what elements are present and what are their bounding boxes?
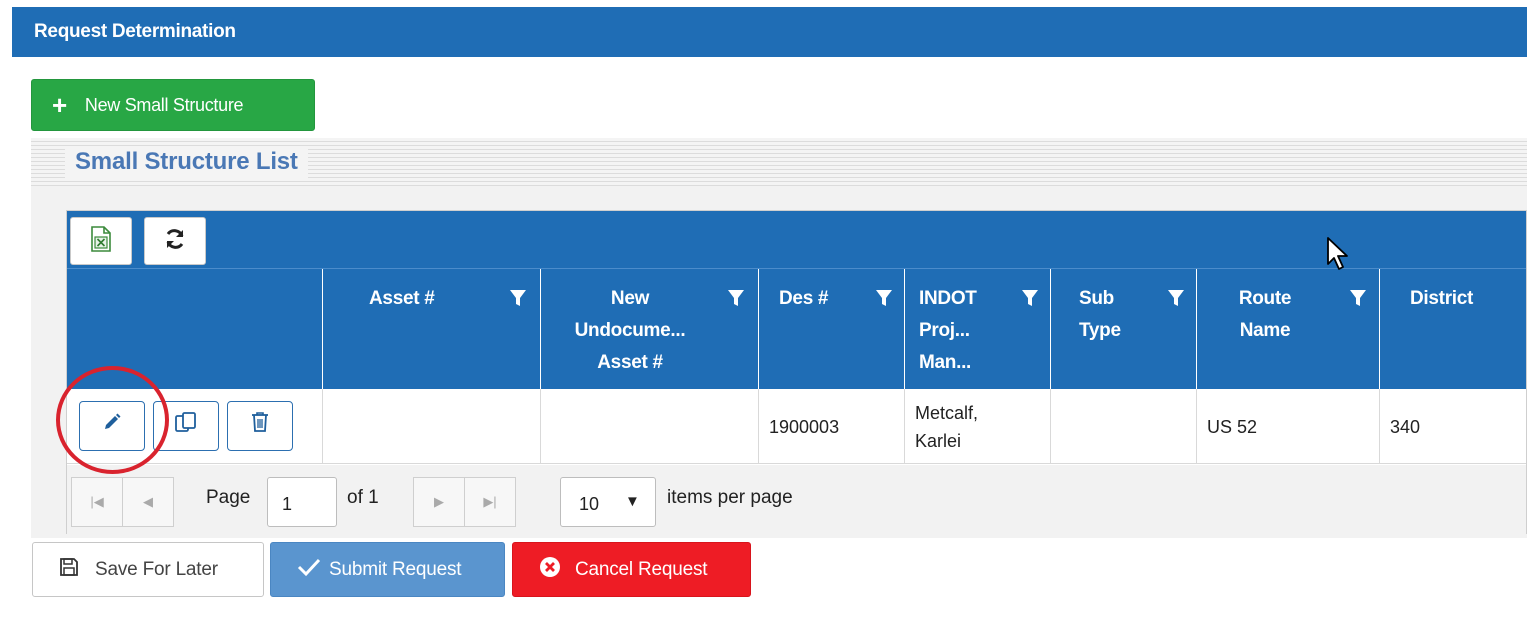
column-header-district[interactable]: District bbox=[1379, 269, 1527, 390]
chevron-down-icon: ▼ bbox=[625, 493, 640, 510]
mouse-cursor-icon bbox=[1327, 237, 1348, 270]
filter-icon[interactable] bbox=[1021, 289, 1039, 307]
column-header-des-label: Des # bbox=[779, 288, 829, 309]
page-size-value: 10 bbox=[579, 494, 600, 514]
last-page-button[interactable]: ▶| bbox=[464, 477, 516, 527]
cell-new-undocumented bbox=[540, 389, 758, 464]
column-header-des[interactable]: Des # bbox=[758, 269, 904, 390]
refresh-icon bbox=[163, 227, 187, 256]
items-per-page-label: items per page bbox=[667, 487, 793, 508]
excel-export-icon bbox=[90, 225, 112, 257]
cell-district: 340 bbox=[1379, 389, 1527, 464]
table-row[interactable]: 1900003 Metcalf, Karlei US 52 340 bbox=[67, 389, 1526, 464]
check-icon bbox=[297, 557, 321, 583]
first-page-icon: |◀ bbox=[90, 494, 104, 509]
delete-icon bbox=[250, 411, 270, 441]
column-header-indot-pm-label: INDOT Proj... Man... bbox=[919, 288, 977, 373]
cancel-request-button[interactable]: Cancel Request bbox=[512, 542, 751, 597]
refresh-button[interactable] bbox=[144, 217, 206, 265]
cell-sub-type bbox=[1050, 389, 1196, 464]
section-title: Small Structure List bbox=[65, 146, 308, 178]
filter-icon[interactable] bbox=[727, 289, 745, 307]
submit-request-label: Submit Request bbox=[329, 558, 462, 580]
section-header: Small Structure List bbox=[31, 138, 1527, 186]
column-header-route-name-label: Route Name bbox=[1238, 288, 1292, 341]
panel-title: Request Determination bbox=[34, 21, 236, 42]
cell-route-name: US 52 bbox=[1196, 389, 1379, 464]
column-header-new-undocumented-label: New Undocume... Asset # bbox=[574, 288, 686, 373]
copy-icon bbox=[174, 410, 198, 442]
cancel-circle-icon bbox=[539, 556, 561, 584]
column-header-district-label: District bbox=[1410, 288, 1474, 309]
save-for-later-label: Save For Later bbox=[95, 558, 218, 580]
save-icon bbox=[59, 557, 79, 583]
column-header-route-name[interactable]: Route Name bbox=[1196, 269, 1379, 390]
delete-button[interactable] bbox=[227, 401, 293, 451]
page-label: Page bbox=[206, 487, 251, 508]
plus-icon: + bbox=[52, 90, 67, 120]
page-count-label: of 1 bbox=[347, 487, 379, 508]
grid-header-row: Asset # New Undocume... Asset # Des # IN… bbox=[67, 268, 1527, 390]
next-page-button[interactable]: ▶ bbox=[413, 477, 465, 527]
column-header-sub-type-label: Sub Type bbox=[1079, 288, 1121, 341]
grid-pager: |◀ ◀ Page 1 of 1 ▶ ▶| 10 ▼ items per pag… bbox=[67, 465, 1526, 535]
page-size-select[interactable]: 10 ▼ bbox=[560, 477, 656, 527]
save-for-later-button[interactable]: Save For Later bbox=[32, 542, 264, 597]
submit-request-button[interactable]: Submit Request bbox=[270, 542, 505, 597]
page-number-input[interactable]: 1 bbox=[267, 477, 337, 527]
filter-icon[interactable] bbox=[509, 289, 527, 307]
column-header-indot-pm[interactable]: INDOT Proj... Man... bbox=[904, 269, 1050, 390]
filter-icon[interactable] bbox=[1167, 289, 1185, 307]
cell-indot-pm: Metcalf, Karlei bbox=[904, 389, 1050, 464]
highlight-circle bbox=[56, 366, 169, 474]
column-header-sub-type[interactable]: Sub Type bbox=[1050, 269, 1196, 390]
cell-asset bbox=[322, 389, 540, 464]
filter-icon[interactable] bbox=[875, 289, 893, 307]
cell-des: 1900003 bbox=[758, 389, 904, 464]
first-page-button[interactable]: |◀ bbox=[71, 477, 123, 527]
new-small-structure-label: New Small Structure bbox=[84, 94, 244, 115]
export-excel-button[interactable] bbox=[70, 217, 132, 265]
column-header-asset[interactable]: Asset # bbox=[322, 269, 540, 390]
panel-title-bar: Request Determination bbox=[12, 7, 1527, 57]
column-header-new-undocumented[interactable]: New Undocume... Asset # bbox=[540, 269, 758, 390]
previous-page-icon: ◀ bbox=[143, 494, 153, 509]
small-structure-grid: Asset # New Undocume... Asset # Des # IN… bbox=[66, 210, 1527, 535]
column-header-asset-label: Asset # bbox=[369, 288, 435, 309]
next-page-icon: ▶ bbox=[434, 494, 444, 509]
cancel-request-label: Cancel Request bbox=[575, 558, 708, 580]
filter-icon[interactable] bbox=[1349, 289, 1367, 307]
previous-page-button[interactable]: ◀ bbox=[122, 477, 174, 527]
new-small-structure-button[interactable]: + New Small Structure bbox=[31, 79, 315, 131]
grid-toolbar bbox=[67, 211, 1526, 268]
last-page-icon: ▶| bbox=[483, 494, 497, 509]
